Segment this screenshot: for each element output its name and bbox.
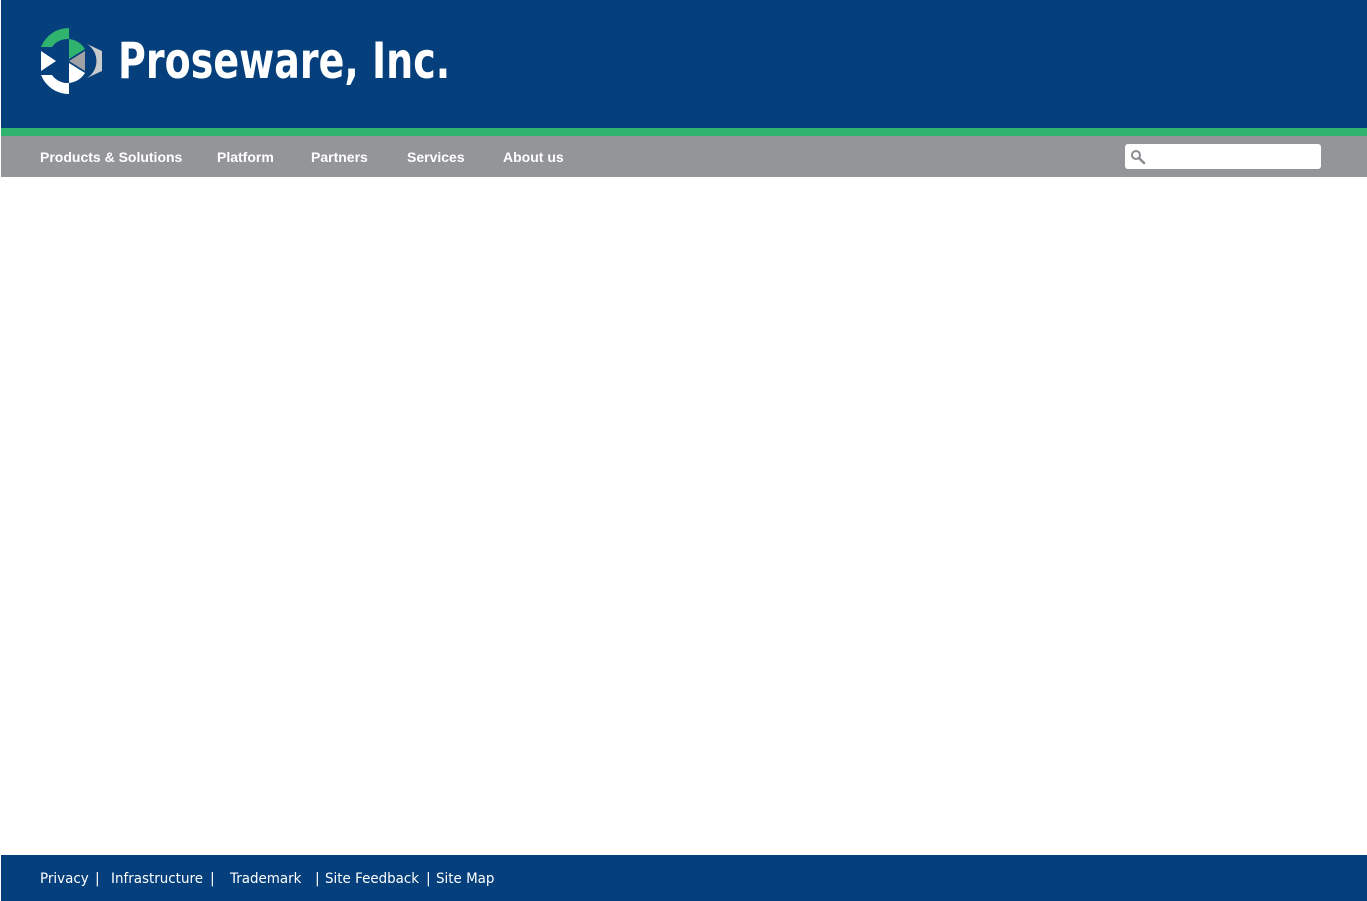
nav-item-products-solutions[interactable]: Products & Solutions (40, 148, 182, 166)
nav-item-partners[interactable]: Partners (311, 148, 368, 166)
page: Proseware, Inc. Products & Solutions Pla… (0, 0, 1367, 901)
footer-separator: | (426, 871, 431, 887)
footer-link-privacy[interactable]: Privacy (40, 870, 89, 888)
footer-link-infrastructure[interactable]: Infrastructure (111, 870, 203, 888)
site-footer: Privacy | Infrastructure | Trademark | S… (1, 855, 1367, 901)
search-icon[interactable] (1130, 149, 1146, 165)
main-nav: Products & Solutions Platform Partners S… (1, 136, 1367, 177)
search-input[interactable] (1149, 147, 1315, 166)
footer-separator: | (210, 871, 215, 887)
search-box[interactable] (1125, 144, 1321, 169)
nav-item-services[interactable]: Services (407, 148, 465, 166)
accent-bar (1, 128, 1367, 136)
footer-link-site-feedback[interactable]: Site Feedback (325, 870, 419, 888)
footer-separator: | (95, 871, 100, 887)
footer-separator: | (315, 871, 320, 887)
nav-item-platform[interactable]: Platform (217, 148, 274, 166)
footer-link-trademark[interactable]: Trademark (230, 870, 301, 888)
brand-name[interactable]: Proseware, Inc. (118, 31, 450, 91)
site-header: Proseware, Inc. (1, 0, 1367, 128)
nav-item-about-us[interactable]: About us (503, 148, 564, 166)
footer-link-site-map[interactable]: Site Map (436, 870, 494, 888)
proseware-logo-icon[interactable] (40, 27, 104, 95)
